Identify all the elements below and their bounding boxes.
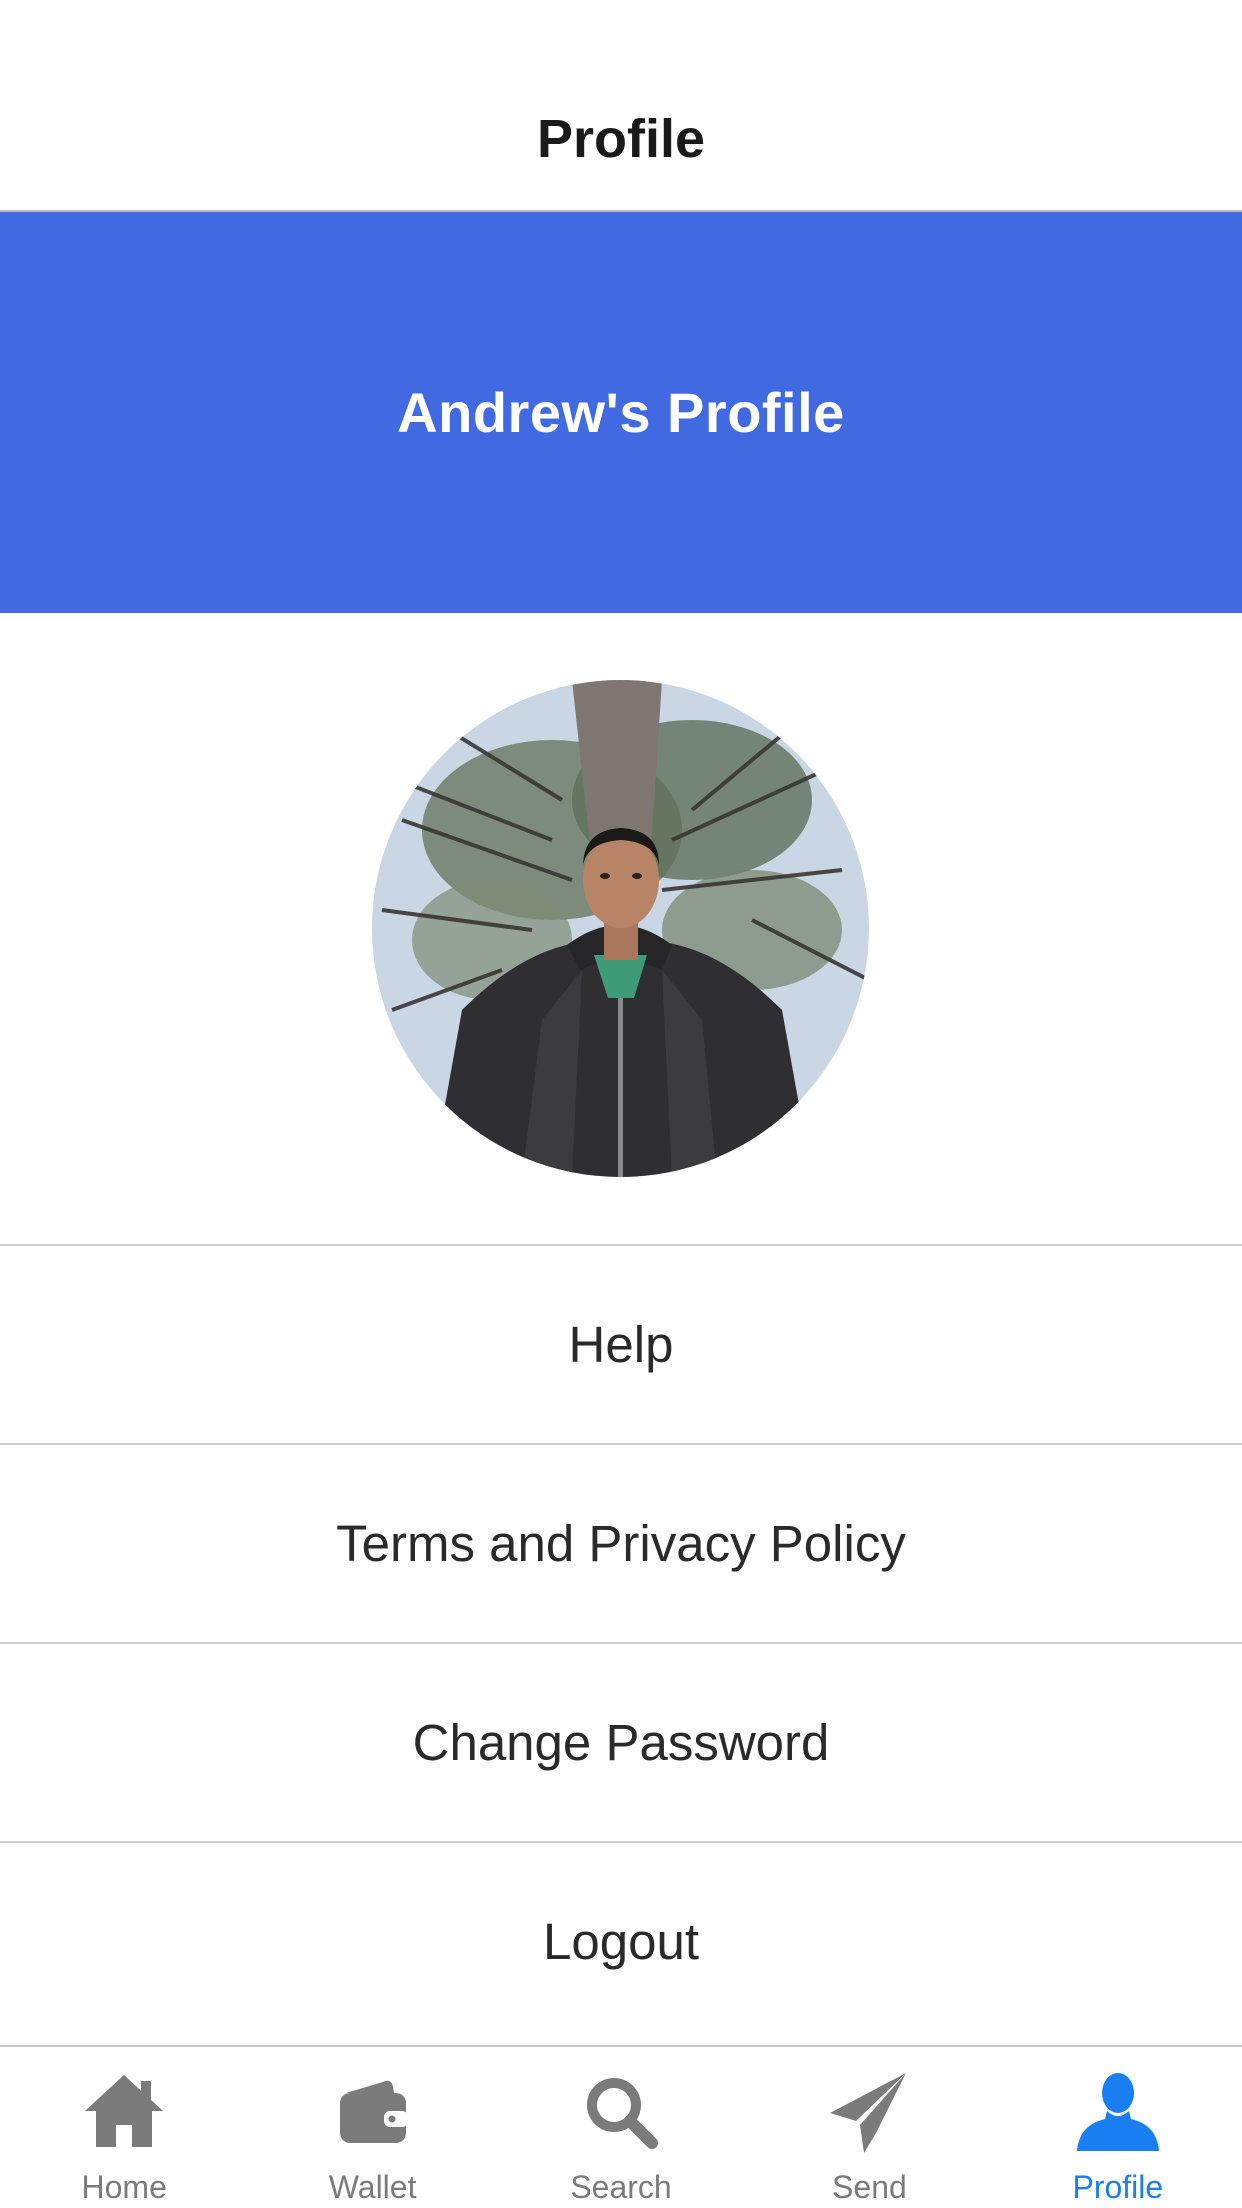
tab-label: Home <box>81 2169 167 2205</box>
tab-label: Send <box>832 2169 907 2205</box>
logout-item[interactable]: Logout <box>0 1841 1242 2040</box>
tab-label: Wallet <box>328 2169 417 2205</box>
navigation-bar: Profile <box>0 0 1242 212</box>
wallet-icon <box>339 2080 408 2143</box>
profile-menu: Help Terms and Privacy Policy Change Pas… <box>0 1244 1242 2040</box>
tab-profile[interactable]: Profile <box>994 2047 1242 2208</box>
tab-bar: Home Wallet Search Send Profile <box>0 2045 1242 2208</box>
tab-label: Search <box>570 2169 672 2205</box>
tab-wallet[interactable]: Wallet <box>248 2047 496 2208</box>
page-title: Profile <box>536 109 706 169</box>
search-icon <box>587 2078 659 2149</box>
profile-banner-title: Andrew's Profile <box>397 381 845 444</box>
home-icon <box>85 2075 164 2147</box>
tab-search[interactable]: Search <box>497 2047 745 2208</box>
send-icon <box>830 2073 907 2153</box>
help-item[interactable]: Help <box>0 1244 1242 1443</box>
person-icon <box>1076 2073 1159 2151</box>
tab-home[interactable]: Home <box>0 2047 248 2208</box>
terms-privacy-item[interactable]: Terms and Privacy Policy <box>0 1443 1242 1642</box>
profile-avatar[interactable] <box>372 680 869 1177</box>
tab-send[interactable]: Send <box>745 2047 993 2208</box>
change-password-item[interactable]: Change Password <box>0 1642 1242 1841</box>
tab-label: Profile <box>1072 2169 1164 2205</box>
profile-banner: Andrew's Profile <box>0 212 1242 613</box>
